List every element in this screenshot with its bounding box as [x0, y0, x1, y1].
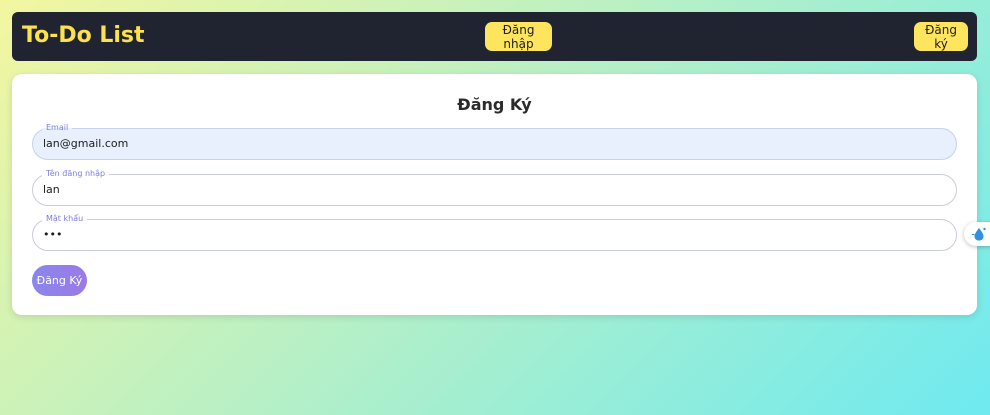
email-field[interactable]: Email lan@gmail.com	[32, 123, 957, 160]
brand-title[interactable]: To-Do List	[22, 23, 145, 48]
email-value[interactable]: lan@gmail.com	[43, 137, 128, 150]
side-widget-button[interactable]	[964, 222, 990, 246]
password-value[interactable]: •••	[43, 228, 62, 241]
water-drop-icon	[972, 227, 986, 241]
top-navbar: To-Do List Đăng nhập Đăng ký	[12, 12, 977, 61]
login-button[interactable]: Đăng nhập	[485, 22, 552, 51]
submit-register-button[interactable]: Đăng Ký	[32, 265, 87, 296]
email-label: Email	[42, 123, 73, 133]
register-card: Đăng Ký Email lan@gmail.com Tên đăng nhậ…	[12, 74, 977, 315]
password-label: Mật khẩu	[42, 214, 88, 224]
register-nav-button[interactable]: Đăng ký	[914, 22, 968, 51]
form-title: Đăng Ký	[457, 95, 532, 114]
password-field[interactable]: Mật khẩu •••	[32, 214, 957, 251]
username-label: Tên đăng nhập	[42, 169, 110, 179]
username-field[interactable]: Tên đăng nhập lan	[32, 169, 957, 206]
username-value[interactable]: lan	[43, 183, 60, 196]
